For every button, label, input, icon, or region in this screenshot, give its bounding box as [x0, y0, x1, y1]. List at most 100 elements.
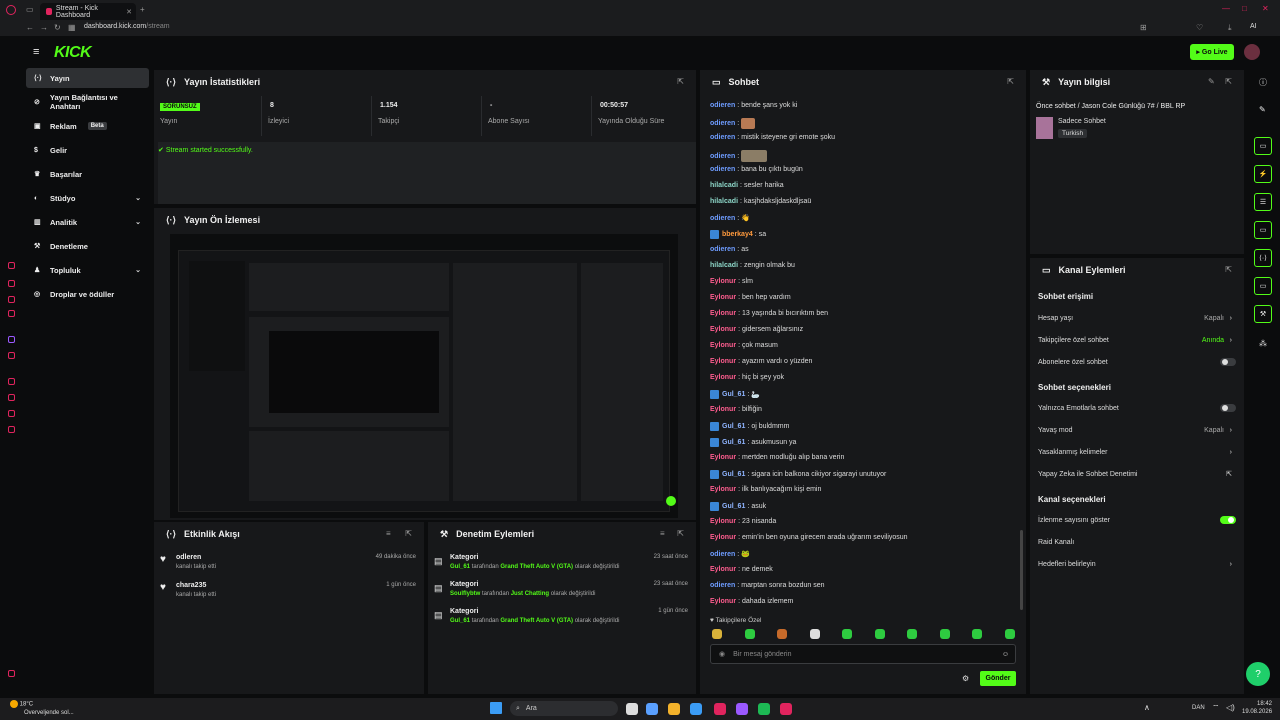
quick-emote-icon[interactable] [939, 629, 950, 639]
taskbar-app-icon[interactable] [690, 703, 702, 715]
chat-username[interactable]: odieren [710, 246, 735, 253]
left-rail-icon[interactable] [8, 310, 15, 317]
popout-icon[interactable]: ⇱ [405, 529, 412, 538]
chat-username[interactable]: Eylonur [710, 518, 736, 525]
window-minimize-icon[interactable]: — [1222, 4, 1230, 13]
chat-username[interactable]: odieren [710, 120, 735, 127]
quick-emote-icon[interactable] [809, 629, 820, 639]
chat-username[interactable]: Eylonur [710, 598, 736, 605]
chat-username[interactable]: Eylonur [710, 326, 736, 333]
sidebar-item-6[interactable]: ▥ Analitik ⌄ [26, 212, 149, 232]
left-rail-icon[interactable] [8, 378, 15, 385]
chat-input[interactable]: ◉ Bir mesaj gönderin ☺ [710, 644, 1016, 664]
chat-username[interactable]: hilalcadi [710, 262, 738, 269]
filter-icon[interactable]: ≡ [386, 529, 391, 538]
popout-icon[interactable]: ⇱ [1225, 77, 1232, 86]
sidebar-item-0[interactable]: ⟨·⟩ Yayın [26, 68, 149, 88]
chat-username[interactable]: odieren [710, 551, 735, 558]
drag-handle-icon[interactable]: ⁂ [1259, 339, 1267, 348]
chat-username[interactable]: Eylonur [710, 406, 736, 413]
chat-username[interactable]: Eylonur [710, 310, 736, 317]
go-live-button[interactable]: ▸ Go Live [1190, 44, 1234, 60]
chat-username[interactable]: hilalcadi [710, 198, 738, 205]
right-rail-icon[interactable]: ⚒ [1254, 305, 1272, 323]
quick-emote-icon[interactable] [972, 629, 982, 639]
left-rail-icon[interactable] [8, 336, 15, 343]
clock[interactable]: 18:42 19.08.2026 [1242, 700, 1272, 716]
stream-preview-video[interactable] [170, 234, 678, 518]
left-rail-icon[interactable] [8, 426, 15, 433]
mod-action-user[interactable]: Gul_61 [450, 564, 470, 570]
banned-words-row[interactable]: Yasaklanmış kelimeler › [1038, 445, 1232, 459]
weather-widget[interactable]: 18°C Overveljende sol... [10, 700, 74, 717]
chat-username[interactable]: odieren [710, 215, 735, 222]
window-maximize-icon[interactable]: □ [1242, 4, 1247, 13]
keyboard-lang[interactable]: DAN [1192, 705, 1205, 711]
popout-icon[interactable]: ⇱ [677, 529, 684, 538]
close-tab-icon[interactable]: ✕ [126, 8, 132, 16]
chat-username[interactable]: Eylonur [710, 374, 736, 381]
popout-icon[interactable]: ⇱ [1007, 77, 1014, 86]
chat-username[interactable]: Eylonur [710, 534, 736, 541]
slow-mode-row[interactable]: Yavaş mod Kapalı › [1038, 423, 1232, 437]
new-tab-icon[interactable]: + [140, 5, 145, 14]
chat-username[interactable]: Gul_61 [722, 471, 745, 478]
sidebar-item-8[interactable]: ♟ Topluluk ⌄ [26, 260, 149, 280]
browser-tab[interactable]: Stream - Kick Dashboard ✕ [40, 3, 136, 20]
filter-icon[interactable]: ≡ [660, 529, 665, 538]
account-age-row[interactable]: Hesap yaşı Kapalı › [1038, 311, 1232, 325]
sidebar-item-1[interactable]: ⊘ Yayın Bağlantısı ve Anahtarı [26, 92, 149, 112]
chat-username[interactable]: Eylonur [710, 566, 736, 573]
mod-action-user[interactable]: Soulflybtw [450, 591, 480, 597]
ai-button[interactable]: AI [1250, 23, 1257, 30]
quick-emote-icon[interactable] [842, 629, 852, 639]
right-rail-icon[interactable]: ⚡ [1254, 165, 1272, 183]
left-rail-icon[interactable] [8, 670, 15, 677]
chat-username[interactable]: odieren [710, 582, 735, 589]
quick-emote-icon[interactable] [744, 629, 755, 639]
chat-username[interactable]: Eylonur [710, 486, 736, 493]
window-close-icon[interactable]: ✕ [1262, 4, 1269, 13]
chat-username[interactable]: Gul_61 [722, 503, 745, 510]
quick-emote-icon[interactable] [777, 629, 787, 639]
chat-username[interactable]: Eylonur [710, 278, 736, 285]
download-icon[interactable]: ⤓ [1228, 23, 1232, 33]
send-button[interactable]: Gönder [980, 671, 1016, 686]
chat-mode-icon[interactable]: ◉ [719, 650, 725, 658]
taskbar-app-icon[interactable] [780, 703, 792, 715]
chat-username[interactable]: odieren [710, 166, 735, 173]
chat-username[interactable]: Eylonur [710, 342, 736, 349]
edit-icon[interactable]: ✎ [1208, 77, 1215, 86]
extensions-icon[interactable]: ⊞ [1140, 23, 1147, 32]
chat-scrollbar[interactable] [1020, 530, 1023, 610]
sidebar-item-2[interactable]: ▣ Reklam Beta [26, 116, 149, 136]
chat-username[interactable]: Gul_61 [722, 439, 745, 446]
quick-emote-icon[interactable] [712, 629, 722, 639]
mod-action-user[interactable]: Gul_61 [450, 618, 470, 624]
sidebar-item-4[interactable]: ♛ Başarılar [26, 164, 149, 184]
chat-username[interactable]: odieren [710, 102, 735, 109]
mod-action-target[interactable]: Just Chatting [511, 591, 549, 597]
taskbar-app-icon[interactable] [626, 703, 638, 715]
taskbar-app-icon[interactable] [736, 703, 748, 715]
user-avatar[interactable] [1244, 44, 1260, 60]
hamburger-icon[interactable]: ≡ [33, 46, 39, 58]
bookmark-icon[interactable]: ♡ [1196, 23, 1203, 32]
ai-moderation-row[interactable]: Yapay Zeka ile Sohbet Denetimi ⇱ [1038, 467, 1232, 481]
left-rail-icon[interactable] [8, 280, 15, 287]
chat-username[interactable]: bberkay4 [722, 231, 753, 238]
emoji-icon[interactable]: ☺ [1002, 651, 1009, 658]
sidebar-item-7[interactable]: ⚒ Denetleme [26, 236, 149, 256]
wifi-icon[interactable]: ⌔ [1212, 703, 1220, 713]
quick-emote-icon[interactable] [874, 629, 885, 639]
tray-expand-icon[interactable]: ∧ [1144, 703, 1150, 712]
taskbar-app-icon[interactable] [758, 703, 770, 715]
chat-username[interactable]: Eylonur [710, 454, 736, 461]
kick-logo[interactable]: KICK [54, 44, 92, 62]
browser-menu-icon[interactable] [6, 5, 16, 15]
subs-chat-toggle[interactable] [1220, 358, 1236, 366]
sidebar-item-3[interactable]: $ Gelir [26, 140, 149, 160]
right-rail-icon[interactable]: ☰ [1254, 193, 1272, 211]
info-icon[interactable]: ⓘ [1259, 77, 1267, 88]
left-rail-icon[interactable] [8, 352, 15, 359]
